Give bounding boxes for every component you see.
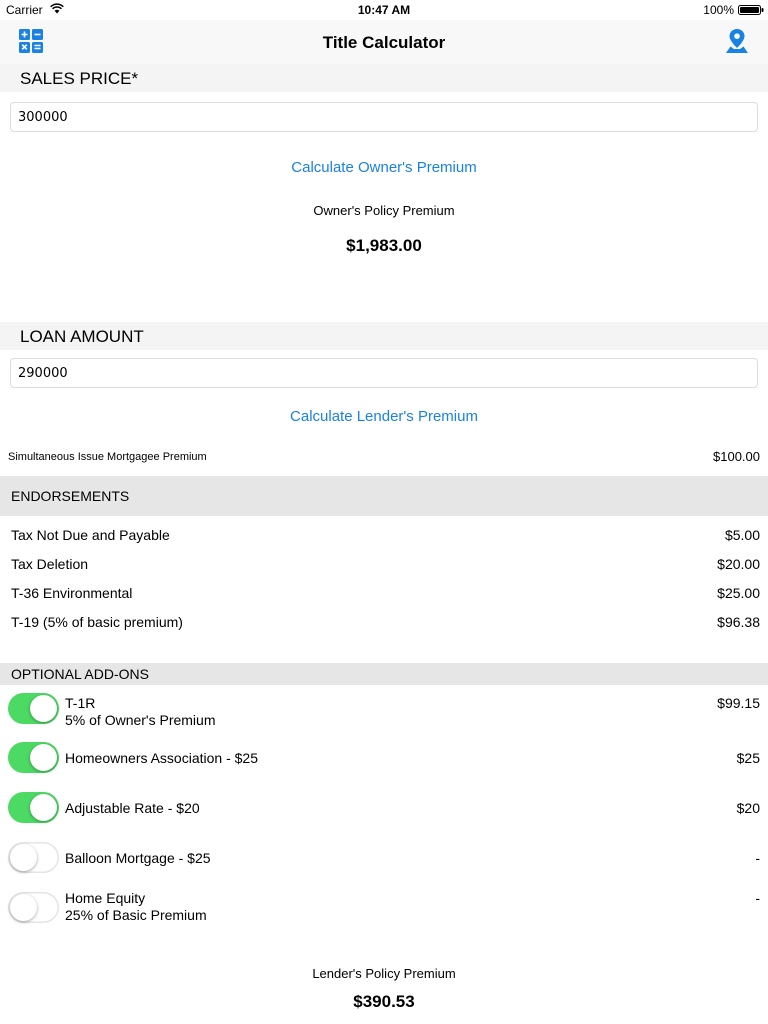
sales-price-header-label: SALES PRICE* [20, 69, 139, 88]
endorsement-value: $5.00 [724, 527, 760, 543]
map-pin-icon[interactable] [725, 28, 749, 54]
homeowners-association-value: $25 [736, 750, 760, 766]
sales-price-input[interactable] [10, 102, 758, 132]
battery-percent: 100% [703, 3, 734, 17]
t1r-label: T-1R 5% of Owner's Premium [65, 695, 216, 729]
owners-policy-premium-value: $1,983.00 [346, 236, 422, 255]
simultaneous-issue-value: $100.00 [713, 449, 760, 464]
toggle-knob [10, 844, 37, 871]
home-equity-label: Home Equity 25% of Basic Premium [65, 890, 207, 924]
endorsement-label: Tax Not Due and Payable [11, 527, 170, 543]
home-equity-toggle[interactable] [8, 892, 59, 923]
calculate-owners-premium-button[interactable]: Calculate Owner's Premium [0, 159, 768, 176]
balloon-mortgage-toggle[interactable] [8, 842, 59, 873]
sales-price-header: SALES PRICE* [0, 64, 768, 92]
endorsement-label: Tax Deletion [11, 556, 89, 572]
loan-amount-input[interactable] [10, 358, 758, 388]
status-time: 10:47 AM [357, 3, 411, 17]
endorsements-header-label: ENDORSEMENTS [11, 488, 130, 504]
endorsement-label: T-19 (5% of basic premium) [11, 614, 183, 630]
navigation-bar: Title Calculator [0, 20, 768, 65]
addon-title: T-1R [65, 695, 96, 711]
addon-title: Balloon Mortgage - $25 [65, 850, 211, 866]
addon-subtitle: 25% of Basic Premium [65, 907, 207, 923]
toggle-knob [30, 794, 57, 821]
addon-subtitle: 5% of Owner's Premium [65, 712, 216, 728]
addon-title: Homeowners Association - $25 [65, 750, 258, 766]
addon-title: Home Equity [65, 890, 146, 906]
adjustable-rate-toggle[interactable] [8, 792, 59, 823]
balloon-mortgage-value: - [755, 850, 760, 866]
status-bar: Carrier 10:47 AM 100% [0, 0, 768, 20]
calculate-lenders-premium-button[interactable]: Calculate Lender's Premium [0, 408, 768, 425]
endorsement-value: $96.38 [717, 614, 760, 630]
loan-amount-header-label: LOAN AMOUNT [20, 327, 144, 346]
t1r-value: $99.15 [717, 695, 760, 711]
t1r-toggle[interactable] [8, 693, 59, 724]
adjustable-rate-label: Adjustable Rate - $20 [65, 800, 200, 817]
lenders-policy-premium-label: Lender's Policy Premium [312, 966, 456, 981]
home-equity-value: - [755, 890, 760, 906]
addon-title: Adjustable Rate - $20 [65, 800, 200, 816]
loan-amount-header: LOAN AMOUNT [0, 322, 768, 350]
simultaneous-issue-label: Simultaneous Issue Mortgagee Premium [8, 451, 207, 463]
optional-addons-header-label: OPTIONAL ADD-ONS [11, 666, 149, 682]
endorsements-header: ENDORSEMENTS [0, 476, 768, 516]
balloon-mortgage-label: Balloon Mortgage - $25 [65, 850, 211, 867]
optional-addons-header: OPTIONAL ADD-ONS [0, 663, 768, 685]
endorsement-value: $25.00 [717, 585, 760, 601]
toggle-knob [30, 695, 57, 722]
adjustable-rate-value: $20 [736, 800, 760, 816]
toggle-knob [10, 894, 37, 921]
homeowners-association-toggle[interactable] [8, 742, 59, 773]
toggle-knob [30, 744, 57, 771]
owners-policy-premium-label: Owner's Policy Premium [313, 203, 455, 218]
page-title: Title Calculator [322, 33, 446, 52]
endorsement-value: $20.00 [717, 556, 760, 572]
homeowners-association-label: Homeowners Association - $25 [65, 750, 258, 767]
lenders-policy-premium-value: $390.53 [353, 992, 415, 1011]
battery-icon [738, 5, 764, 15]
endorsement-label: T-36 Environmental [11, 585, 133, 601]
